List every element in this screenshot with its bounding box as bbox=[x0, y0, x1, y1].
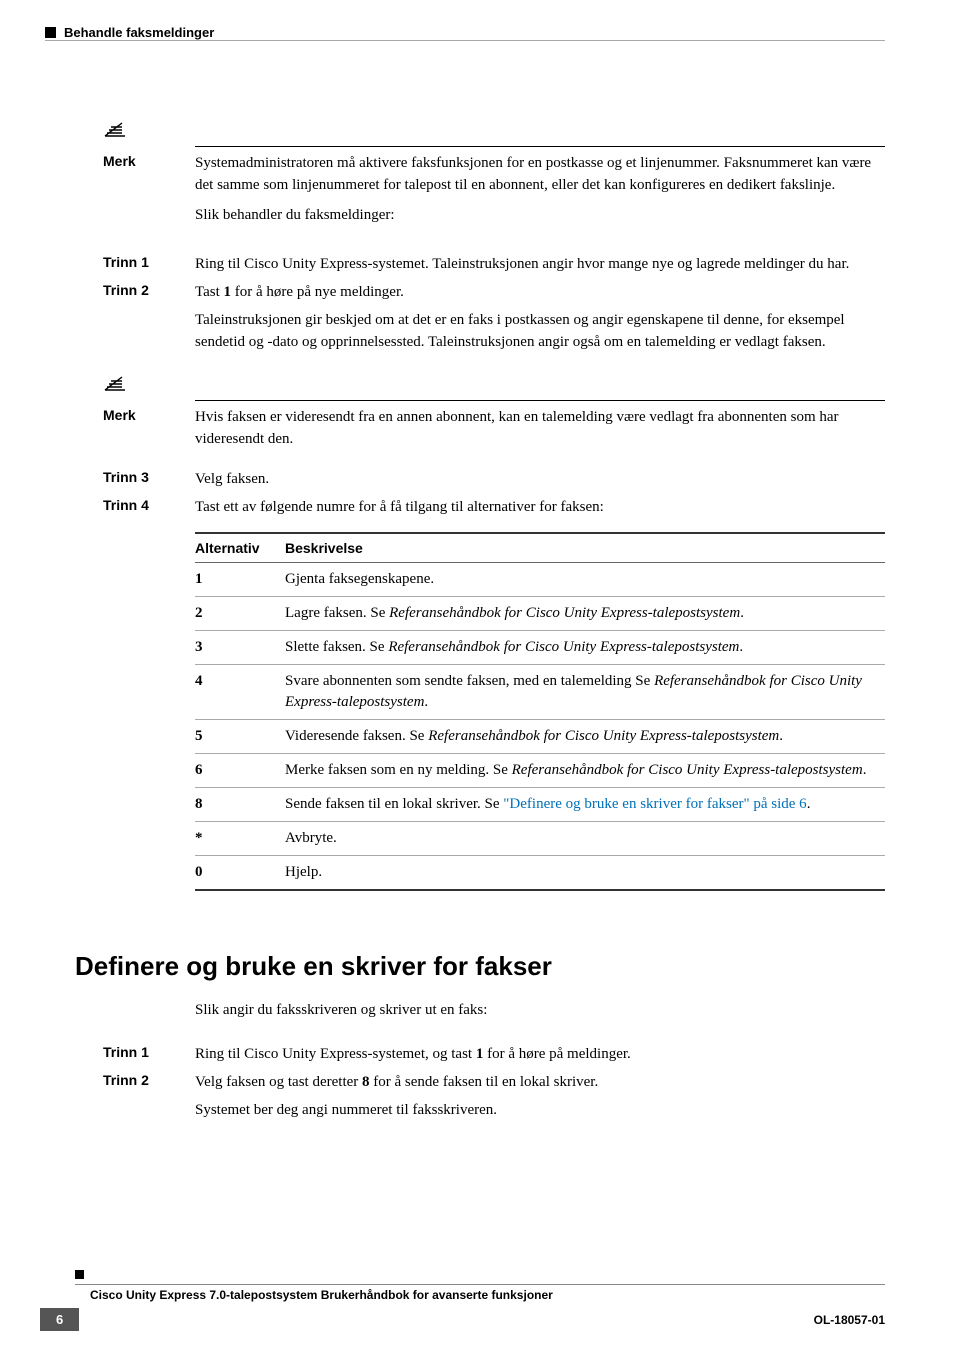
step-body: Velg faksen og tast deretter 8 for å sen… bbox=[195, 1072, 885, 1122]
option-desc: Slette faksen. Se Referansehåndbok for C… bbox=[285, 631, 885, 665]
intro-text: Slik behandler du faksmeldinger: bbox=[195, 205, 885, 227]
table-row: 1Gjenta faksegenskapene. bbox=[195, 563, 885, 597]
table-header: Alternativ bbox=[195, 533, 285, 563]
note-body: Hvis faksen er videresendt fra en annen … bbox=[195, 407, 885, 451]
page-footer: Cisco Unity Express 7.0-talepostsystem B… bbox=[40, 1267, 885, 1331]
chapter-title: Behandle faksmeldinger bbox=[64, 25, 214, 40]
option-desc: Svare abonnenten som sendte faksen, med … bbox=[285, 665, 885, 720]
step-label: Trinn 4 bbox=[103, 497, 195, 519]
footer-title: Cisco Unity Express 7.0-talepostsystem B… bbox=[90, 1288, 553, 1302]
option-key: * bbox=[195, 822, 285, 856]
option-key: 5 bbox=[195, 720, 285, 754]
note-icon bbox=[103, 121, 123, 144]
note-label: Merk bbox=[103, 153, 195, 197]
note-body: Systemadministratoren må aktivere faksfu… bbox=[195, 153, 885, 197]
section-heading: Definere og bruke en skriver for fakser bbox=[75, 951, 885, 982]
document-id: OL-18057-01 bbox=[814, 1313, 885, 1327]
page-number: 6 bbox=[40, 1308, 79, 1331]
note-icon bbox=[103, 375, 123, 398]
chapter-header: Behandle faksmeldinger bbox=[45, 25, 885, 41]
section-intro: Slik angir du faksskriveren og skriver u… bbox=[195, 1000, 885, 1022]
link-reference[interactable]: "Definere og bruke en skriver for fakser… bbox=[503, 796, 806, 812]
step-label: Trinn 1 bbox=[103, 254, 195, 276]
option-key: 2 bbox=[195, 597, 285, 631]
step-label: Trinn 2 bbox=[103, 1072, 195, 1122]
table-row: 8Sende faksen til en lokal skriver. Se "… bbox=[195, 788, 885, 822]
option-key: 4 bbox=[195, 665, 285, 720]
option-desc: Hjelp. bbox=[285, 856, 885, 891]
note-label: Merk bbox=[103, 407, 195, 451]
option-desc: Sende faksen til en lokal skriver. Se "D… bbox=[285, 788, 885, 822]
step-body: Ring til Cisco Unity Express-systemet. T… bbox=[195, 254, 885, 276]
table-row: 6Merke faksen som en ny melding. Se Refe… bbox=[195, 754, 885, 788]
option-desc: Videresende faksen. Se Referansehåndbok … bbox=[285, 720, 885, 754]
step-body: Velg faksen. bbox=[195, 469, 885, 491]
option-desc: Lagre faksen. Se Referansehåndbok for Ci… bbox=[285, 597, 885, 631]
step-body: Tast 1 for å høre på nye meldinger. Tale… bbox=[195, 282, 885, 353]
footer-square-icon bbox=[75, 1270, 84, 1279]
table-row: *Avbryte. bbox=[195, 822, 885, 856]
step-body: Ring til Cisco Unity Express-systemet, o… bbox=[195, 1044, 885, 1066]
table-header: Beskrivelse bbox=[285, 533, 885, 563]
table-row: 4Svare abonnenten som sendte faksen, med… bbox=[195, 665, 885, 720]
option-desc: Avbryte. bbox=[285, 822, 885, 856]
option-desc: Gjenta faksegenskapene. bbox=[285, 563, 885, 597]
option-desc: Merke faksen som en ny melding. Se Refer… bbox=[285, 754, 885, 788]
options-table: Alternativ Beskrivelse 1Gjenta faksegens… bbox=[195, 532, 885, 891]
header-square-icon bbox=[45, 27, 56, 38]
table-row: 5Videresende faksen. Se Referansehåndbok… bbox=[195, 720, 885, 754]
step-label: Trinn 3 bbox=[103, 469, 195, 491]
table-row: 2Lagre faksen. Se Referansehåndbok for C… bbox=[195, 597, 885, 631]
step-label: Trinn 1 bbox=[103, 1044, 195, 1066]
step-label: Trinn 2 bbox=[103, 282, 195, 353]
option-key: 0 bbox=[195, 856, 285, 891]
option-key: 1 bbox=[195, 563, 285, 597]
step-body: Tast ett av følgende numre for å få tilg… bbox=[195, 497, 885, 519]
option-key: 8 bbox=[195, 788, 285, 822]
table-row: 3Slette faksen. Se Referansehåndbok for … bbox=[195, 631, 885, 665]
option-key: 6 bbox=[195, 754, 285, 788]
table-row: 0Hjelp. bbox=[195, 856, 885, 891]
option-key: 3 bbox=[195, 631, 285, 665]
